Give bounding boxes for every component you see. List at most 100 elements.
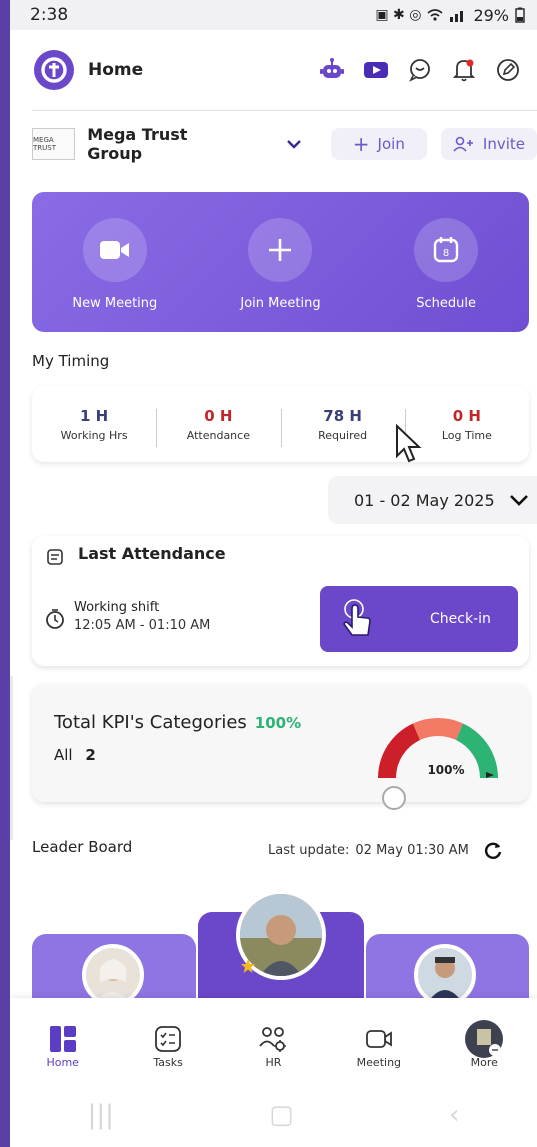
nav-tasks[interactable]: Tasks	[123, 1022, 213, 1069]
video-tutorial-button[interactable]	[363, 57, 389, 83]
wifi-icon	[427, 9, 443, 21]
system-navigation-bar: ||| ▢ ‹	[10, 1082, 537, 1147]
nav-tasks-label: Tasks	[153, 1056, 183, 1069]
home-grid-icon	[48, 1022, 78, 1056]
nav-meeting[interactable]: Meeting	[334, 1022, 424, 1069]
chat-icon	[409, 59, 430, 82]
working-hrs-value: 1 H	[80, 406, 109, 425]
check-in-button[interactable]: Check-in	[320, 586, 518, 652]
clock-icon	[46, 609, 64, 629]
new-meeting-button[interactable]: New Meeting	[45, 218, 185, 311]
org-logo: MEGA TRUST	[32, 128, 76, 160]
log-time-value: 0 H	[452, 406, 481, 425]
join-label: Join	[377, 135, 405, 153]
join-org-button[interactable]: + Join	[330, 128, 427, 160]
leader-avatar-third[interactable]	[414, 944, 476, 1006]
logo-mark-icon	[41, 57, 67, 83]
required-label: Required	[318, 428, 368, 442]
organization-selector: MEGA TRUST Mega Trust Group + Join Invit…	[32, 122, 537, 166]
gauge-value: 100%	[427, 763, 464, 777]
status-icons: ▣ ✱ ◎ 29%	[375, 6, 525, 25]
nav-hr[interactable]: HR	[228, 1022, 318, 1069]
battery-icon	[515, 7, 525, 23]
refresh-icon[interactable]	[483, 840, 503, 860]
battery-percent: 29%	[473, 5, 509, 25]
kpi-all-row: All 2	[54, 746, 96, 764]
date-range-selector[interactable]: 01 - 02 May 2025	[328, 476, 537, 524]
working-hrs-stat: 1 H Working Hrs	[32, 407, 156, 442]
status-bar: 2:38 ▣ ✱ ◎ 29%	[10, 0, 537, 30]
signal-icon	[450, 11, 464, 22]
mouse-cursor-icon	[396, 424, 422, 463]
recent-apps-icon[interactable]: |||	[88, 1100, 114, 1130]
header-divider	[32, 110, 537, 111]
chevron-down-icon[interactable]	[285, 134, 303, 155]
kpi-card[interactable]: Total KPI's Categories 100% All 2 100%	[32, 684, 529, 802]
calendar-icon: 8	[414, 218, 479, 282]
join-meeting-button[interactable]: Join Meeting	[210, 218, 350, 311]
shift-time: 12:05 AM - 01:10 AM	[74, 618, 211, 633]
required-value: 78 H	[323, 406, 362, 425]
profile-avatar-icon	[464, 1020, 504, 1058]
nav-hr-label: HR	[265, 1056, 282, 1069]
shift-label: Working shift	[74, 600, 160, 615]
touch-hand-icon	[343, 599, 371, 636]
invite-button[interactable]: Invite	[440, 128, 537, 160]
leader-board-title: Leader Board	[32, 838, 133, 856]
notifications-button[interactable]	[451, 57, 477, 83]
working-hrs-label: Working Hrs	[60, 428, 128, 442]
notification-icons: ▣ ✱ ◎	[375, 7, 422, 23]
gauge-segment-orange	[413, 718, 463, 740]
check-in-label: Check-in	[430, 611, 491, 627]
chat-button[interactable]	[407, 57, 433, 83]
last-attendance-card: Last Attendance Working shift 12:05 AM -…	[32, 536, 529, 666]
carousel-handle[interactable]	[382, 786, 406, 810]
chevron-down-icon	[509, 495, 528, 506]
attendance-stat: 0 H Attendance	[156, 407, 280, 447]
last-update-label: Last update:	[268, 842, 350, 858]
header-actions	[319, 57, 521, 83]
my-timing-title: My Timing	[32, 352, 110, 370]
add-user-icon	[453, 136, 473, 152]
person-avatar-icon	[428, 957, 462, 1002]
hr-users-icon	[258, 1022, 288, 1056]
plus-icon	[248, 218, 313, 282]
home-square-icon[interactable]: ▢	[269, 1100, 294, 1130]
app-screen: 2:38 ▣ ✱ ◎ 29% Home MEGA TRUST Mega Trus…	[10, 0, 537, 1147]
new-meeting-label: New Meeting	[72, 296, 158, 311]
attendance-label: Attendance	[186, 428, 250, 442]
kpi-title: Total KPI's Categories	[54, 712, 247, 733]
status-time: 2:38	[30, 5, 69, 25]
join-meeting-label: Join Meeting	[240, 296, 321, 311]
kpi-all-count: 2	[85, 746, 96, 764]
nav-meeting-label: Meeting	[356, 1056, 402, 1069]
bottom-navigation: Home Tasks HR Meeting More	[10, 998, 537, 1082]
nav-home-label: Home	[46, 1056, 79, 1069]
leader-avatar-second[interactable]	[82, 944, 144, 1006]
quick-actions-card: New Meeting Join Meeting 8 Schedule	[32, 192, 529, 332]
org-name[interactable]: Mega Trust Group	[87, 125, 245, 163]
schedule-button[interactable]: 8 Schedule	[376, 218, 516, 311]
page-title: Home	[88, 60, 144, 80]
svg-text:8: 8	[443, 248, 449, 259]
kpi-gauge: 100%	[378, 718, 498, 778]
edit-button[interactable]	[495, 57, 521, 83]
pencil-icon	[497, 59, 519, 81]
nav-home[interactable]: Home	[18, 1022, 108, 1069]
document-icon	[47, 549, 63, 565]
person-avatar-icon	[94, 959, 132, 1002]
back-chevron-icon[interactable]: ‹	[449, 1100, 459, 1130]
leader-board-update: Last update: 02 May 01:30 AM	[268, 840, 503, 860]
required-stat: 78 H Required	[280, 406, 405, 447]
youtube-icon	[364, 62, 388, 78]
video-icon	[82, 218, 147, 282]
last-attendance-title: Last Attendance	[78, 544, 226, 563]
invite-label: Invite	[482, 135, 525, 153]
bot-button[interactable]	[319, 57, 345, 83]
app-logo	[34, 50, 74, 90]
nav-more[interactable]: More	[439, 1020, 529, 1069]
plus-icon: +	[352, 132, 370, 156]
schedule-label: Schedule	[416, 296, 477, 311]
kpi-title-row: Total KPI's Categories 100%	[54, 712, 301, 733]
robot-icon	[320, 58, 344, 78]
